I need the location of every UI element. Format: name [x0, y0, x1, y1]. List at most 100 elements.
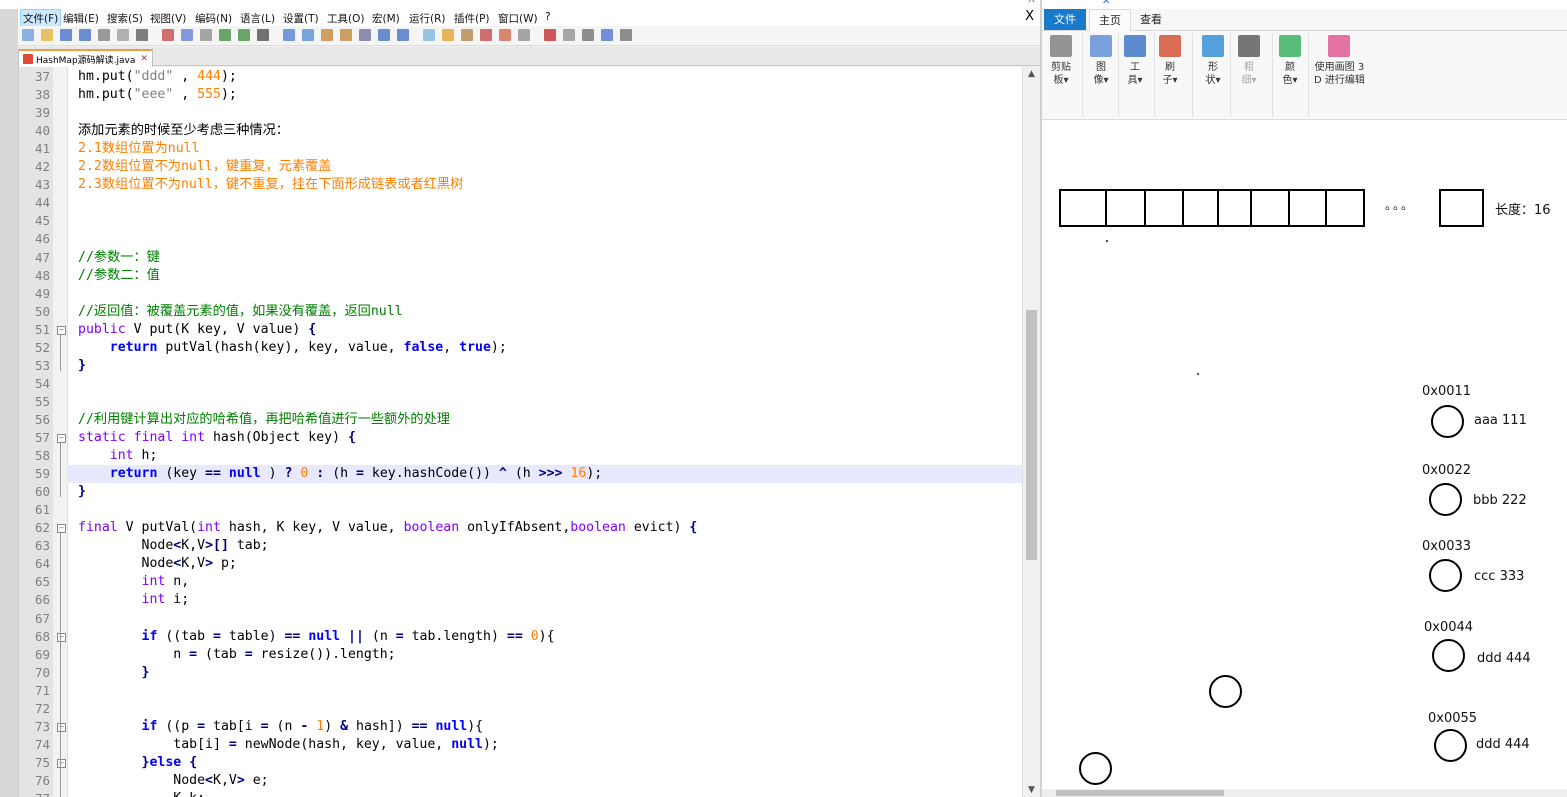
line-number: 75 — [34, 754, 50, 770]
toolbar-button-icon[interactable] — [181, 29, 193, 41]
node-address: 0x0044 — [1424, 620, 1474, 635]
paint-minimize-button[interactable]: — — [1528, 0, 1538, 5]
scroll-down-icon[interactable]: ▼ — [1028, 785, 1035, 795]
menu-item-9[interactable]: 运行(R) — [409, 11, 446, 26]
toolbar-button-icon[interactable] — [601, 29, 613, 41]
menu-item-10[interactable]: 插件(P) — [454, 11, 490, 26]
line-number: 70 — [34, 664, 50, 680]
code-line: static final int hash(Object key) { — [78, 430, 356, 445]
line-number: 76 — [34, 772, 50, 788]
toolbar-button-icon[interactable] — [283, 29, 295, 41]
loose-circle — [1079, 752, 1112, 785]
ribbon-tool-icon — [1279, 35, 1301, 57]
toolbar-button-icon[interactable] — [378, 29, 390, 41]
vertical-scrollbar[interactable]: ▲ ▼ — [1022, 67, 1040, 797]
toolbar-button-icon[interactable] — [117, 29, 129, 41]
toolbar-button-icon[interactable] — [518, 29, 530, 41]
menu-item-12[interactable]: ? — [545, 11, 551, 23]
menu-item-5[interactable]: 语言(L) — [240, 11, 275, 26]
menu-item-2[interactable]: 搜索(S) — [107, 11, 143, 26]
toolbar-button-icon[interactable] — [563, 29, 575, 41]
toolbar-button-icon[interactable] — [423, 29, 435, 41]
fold-toggle-icon[interactable]: − — [57, 325, 66, 335]
ribbon-button-2[interactable]: 工具▾ — [1124, 35, 1146, 87]
minimize-button[interactable]: — — [984, 0, 994, 5]
paint-canvas[interactable]: 。。。 长度：16 0x0011 aaa 111 0x0022 bbb 222 … — [1042, 120, 1567, 790]
fold-toggle-icon[interactable]: − — [57, 524, 66, 534]
code-line: } — [141, 664, 150, 680]
toolbar-button-icon[interactable] — [200, 29, 212, 41]
tab-hashmap-java[interactable]: HashMap源码解读.java ✕ — [18, 49, 153, 67]
toolbar-button-icon[interactable] — [544, 29, 556, 41]
window-close-button[interactable]: X — [1028, 0, 1035, 5]
fold-toggle-icon[interactable]: − — [57, 758, 66, 768]
menu-item-11[interactable]: 窗口(W) — [498, 11, 538, 26]
menu-item-6[interactable]: 设置(T) — [283, 11, 319, 26]
line-number: 46 — [34, 231, 50, 247]
tab-home[interactable]: 主页 — [1089, 9, 1131, 32]
toolbar-button-icon[interactable] — [219, 29, 231, 41]
tab-file[interactable]: 文件 — [1044, 9, 1086, 30]
toolbar-button-icon[interactable] — [359, 29, 371, 41]
code-line: Node<K,V> p; — [78, 556, 237, 572]
ribbon-label: 状▾ — [1205, 75, 1221, 86]
toolbar-button-icon[interactable] — [582, 29, 594, 41]
notepadpp-window: — X 文件(F)编辑(E)搜索(S)视图(V)编码(N)语言(L)设置(T)工… — [0, 0, 1040, 797]
code-line: //利用键计算出对应的哈希值，再把哈希值进行一些额外的处理 — [78, 411, 450, 427]
menu-item-1[interactable]: 编辑(E) — [63, 11, 99, 26]
ribbon-button-0[interactable]: 剪贴 板▾ — [1050, 35, 1072, 87]
tab-view[interactable]: 查看 — [1140, 11, 1162, 27]
toolbar-button-icon[interactable] — [442, 29, 454, 41]
ribbon-button-3[interactable]: 刷子▾ — [1159, 35, 1181, 87]
toolbar-button-icon[interactable] — [162, 29, 174, 41]
ribbon-button-4[interactable]: 形状▾ — [1202, 35, 1224, 87]
ribbon-tool-icon — [1202, 35, 1224, 57]
toolbar-button-icon[interactable] — [41, 29, 53, 41]
ribbon-button-5[interactable]: 粗细▾ — [1238, 35, 1260, 87]
tab-bar: HashMap源码解读.java ✕ — [18, 47, 1040, 67]
line-number-gutter: 37 38 39 40 41 42 43 44 45 46 47 48 49 50 51 52 53 54 55 56… — [19, 67, 53, 797]
toolbar-button-icon[interactable] — [499, 29, 511, 41]
line-number: 51 — [34, 321, 50, 337]
fold-toggle-icon[interactable]: − — [57, 722, 66, 732]
toolbar-button-icon[interactable] — [340, 29, 352, 41]
horizontal-scrollbar[interactable] — [1042, 789, 1567, 797]
code-line: } — [78, 484, 86, 500]
toolbar-button-icon[interactable] — [302, 29, 314, 41]
node-address: 0x0011 — [1422, 384, 1472, 399]
scroll-up-icon[interactable]: ▲ — [1028, 69, 1035, 79]
hscroll-thumb[interactable] — [1056, 790, 1224, 796]
ribbon-separator — [1230, 33, 1231, 117]
toolbar-button-icon[interactable] — [22, 29, 34, 41]
code-editor[interactable]: 37 38 39 40 41 42 43 44 45 46 47 48 49 50 51 52 53 54 55 56… — [18, 67, 1023, 797]
scrollbar-thumb[interactable] — [1026, 310, 1037, 560]
toolbar-button-icon[interactable] — [136, 29, 148, 41]
toolbar-button-icon[interactable] — [461, 29, 473, 41]
menu-item-8[interactable]: 宏(M) — [372, 11, 400, 26]
ribbon-button-1[interactable]: 图像▾ — [1090, 35, 1112, 87]
toolbar-button-icon[interactable] — [79, 29, 91, 41]
toolbar-button-icon[interactable] — [397, 29, 409, 41]
toolbar-button-icon[interactable] — [620, 29, 632, 41]
fold-toggle-icon[interactable]: − — [57, 434, 66, 443]
close-tab-icon[interactable]: ✕ — [140, 54, 148, 64]
menu-item-3[interactable]: 视图(V) — [150, 11, 186, 26]
menu-item-4[interactable]: 编码(N) — [195, 11, 232, 26]
toolbar-button-icon[interactable] — [480, 29, 492, 41]
toolbar-button-icon[interactable] — [257, 29, 269, 41]
ribbon-button-7[interactable]: 使用画图 3 D 进行编辑 — [1314, 35, 1365, 87]
toolbar-button-icon[interactable] — [60, 29, 72, 41]
quick-access-icon[interactable]: ✕ — [1102, 0, 1110, 7]
ribbon-button-6[interactable]: 颜色▾ — [1279, 35, 1301, 87]
menu-item-7[interactable]: 工具(O) — [327, 11, 364, 26]
toolbar-button-icon[interactable] — [238, 29, 250, 41]
line-number: 64 — [34, 556, 50, 572]
fold-toggle-icon[interactable]: − — [57, 632, 66, 642]
toolbar-button-icon[interactable] — [98, 29, 110, 41]
node-value: ddd 444 — [1477, 651, 1531, 666]
menu-close-button[interactable]: X — [1025, 9, 1034, 24]
ribbon-label: 剪贴 — [1051, 62, 1071, 73]
toolbar-button-icon[interactable] — [321, 29, 333, 41]
line-number: 66 — [34, 592, 50, 608]
code-line: //参数二：值 — [78, 267, 160, 283]
